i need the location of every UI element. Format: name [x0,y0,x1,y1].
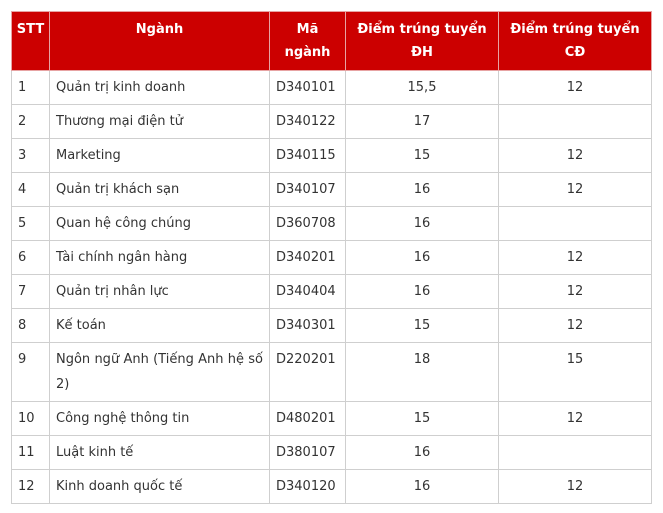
cell-diem-dh: 15,5 [345,70,499,105]
cell-nganh: Quản trị khách sạn [49,172,270,207]
cell-ma-nganh: D340101 [269,70,346,105]
cell-diem-cd: 12 [498,240,652,275]
cell-diem-dh: 17 [345,104,499,139]
cell-nganh: Kế toán [49,308,270,343]
header-diem-cd-line2: CĐ [564,45,586,60]
table-row: 12 Kinh doanh quốc tế D340120 16 12 [11,469,652,504]
cell-diem-cd: 12 [498,138,652,173]
cell-nganh: Kinh doanh quốc tế [49,469,270,504]
table-row: 9 Ngôn ngữ Anh (Tiếng Anh hệ số 2) D2202… [11,342,652,402]
table-row: 4 Quản trị khách sạn D340107 16 12 [11,172,652,207]
cell-nganh: Quản trị kinh doanh [49,70,270,105]
cell-stt: 4 [11,172,50,207]
table-row: 2 Thương mại điện tử D340122 17 [11,104,652,139]
cell-nganh: Công nghệ thông tin [49,401,270,436]
cell-stt: 11 [11,435,50,470]
header-diem-dh-line1: Điểm trúng tuyển [357,22,487,37]
cell-ma-nganh: D340201 [269,240,346,275]
cell-diem-dh: 16 [345,435,499,470]
cell-ma-nganh: D380107 [269,435,346,470]
header-diem-dh: Điểm trúng tuyển ĐH [345,11,499,71]
header-ma-nganh-line2: ngành [284,45,331,60]
cell-diem-dh: 16 [345,240,499,275]
header-stt-label: STT [16,22,45,37]
cell-stt: 8 [11,308,50,343]
cell-ma-nganh: D340301 [269,308,346,343]
cell-diem-dh: 18 [345,342,499,402]
table-row: 8 Kế toán D340301 15 12 [11,308,652,343]
cell-stt: 3 [11,138,50,173]
cell-stt: 10 [11,401,50,436]
cell-stt: 6 [11,240,50,275]
header-diem-cd: Điểm trúng tuyển CĐ [498,11,652,71]
cell-diem-cd: 12 [498,308,652,343]
table-row: 7 Quản trị nhân lực D340404 16 12 [11,274,652,309]
cell-diem-dh: 15 [345,401,499,436]
cell-stt: 9 [11,342,50,402]
cell-ma-nganh: D480201 [269,401,346,436]
cell-diem-dh: 15 [345,308,499,343]
table-row: 10 Công nghệ thông tin D480201 15 12 [11,401,652,436]
header-diem-cd-line1: Điểm trúng tuyển [510,22,640,37]
header-ma-nganh-line1: Mã [296,22,319,37]
table-row: 5 Quan hệ công chúng D360708 16 [11,206,652,241]
cell-ma-nganh: D340120 [269,469,346,504]
table-row: 11 Luật kinh tế D380107 16 [11,435,652,470]
cell-ma-nganh: D340404 [269,274,346,309]
cell-nganh: Tài chính ngân hàng [49,240,270,275]
header-diem-dh-line2: ĐH [411,45,433,60]
cell-ma-nganh: D340107 [269,172,346,207]
cell-nganh: Luật kinh tế [49,435,270,470]
cell-nganh: Ngôn ngữ Anh (Tiếng Anh hệ số 2) [49,342,270,402]
cell-diem-cd: 12 [498,274,652,309]
cell-ma-nganh: D220201 [269,342,346,402]
table-row: 3 Marketing D340115 15 12 [11,138,652,173]
table-header: STT Ngành Mã ngành Điểm trúng tuyển ĐH Điể… [11,11,652,71]
header-row: STT Ngành Mã ngành Điểm trúng tuyển ĐH Điể… [11,11,652,71]
cell-diem-cd: 12 [498,401,652,436]
cell-diem-dh: 16 [345,274,499,309]
cell-nganh: Quan hệ công chúng [49,206,270,241]
cell-diem-cd [498,206,652,241]
cell-stt: 2 [11,104,50,139]
cell-nganh: Thương mại điện tử [49,104,270,139]
header-nganh-label: Ngành [135,22,184,37]
cell-ma-nganh: D360708 [269,206,346,241]
cell-diem-dh: 16 [345,206,499,241]
cell-diem-cd [498,435,652,470]
cell-diem-cd: 15 [498,342,652,402]
cell-diem-dh: 16 [345,172,499,207]
table-row: 6 Tài chính ngân hàng D340201 16 12 [11,240,652,275]
cell-stt: 5 [11,206,50,241]
cell-nganh: Quản trị nhân lực [49,274,270,309]
cell-diem-dh: 16 [345,469,499,504]
cell-diem-cd: 12 [498,172,652,207]
cell-diem-cd: 12 [498,70,652,105]
admission-scores-table: STT Ngành Mã ngành Điểm trúng tuyển ĐH Điể… [11,11,652,504]
cell-stt: 12 [11,469,50,504]
header-nganh: Ngành [49,11,270,71]
cell-nganh: Marketing [49,138,270,173]
cell-diem-cd: 12 [498,469,652,504]
cell-diem-cd [498,104,652,139]
cell-diem-dh: 15 [345,138,499,173]
cell-ma-nganh: D340115 [269,138,346,173]
header-stt: STT [11,11,50,71]
table-body: 1 Quản trị kinh doanh D340101 15,5 12 2 … [11,70,652,504]
header-ma-nganh: Mã ngành [269,11,346,71]
table-row: 1 Quản trị kinh doanh D340101 15,5 12 [11,70,652,105]
cell-ma-nganh: D340122 [269,104,346,139]
cell-stt: 1 [11,70,50,105]
cell-stt: 7 [11,274,50,309]
